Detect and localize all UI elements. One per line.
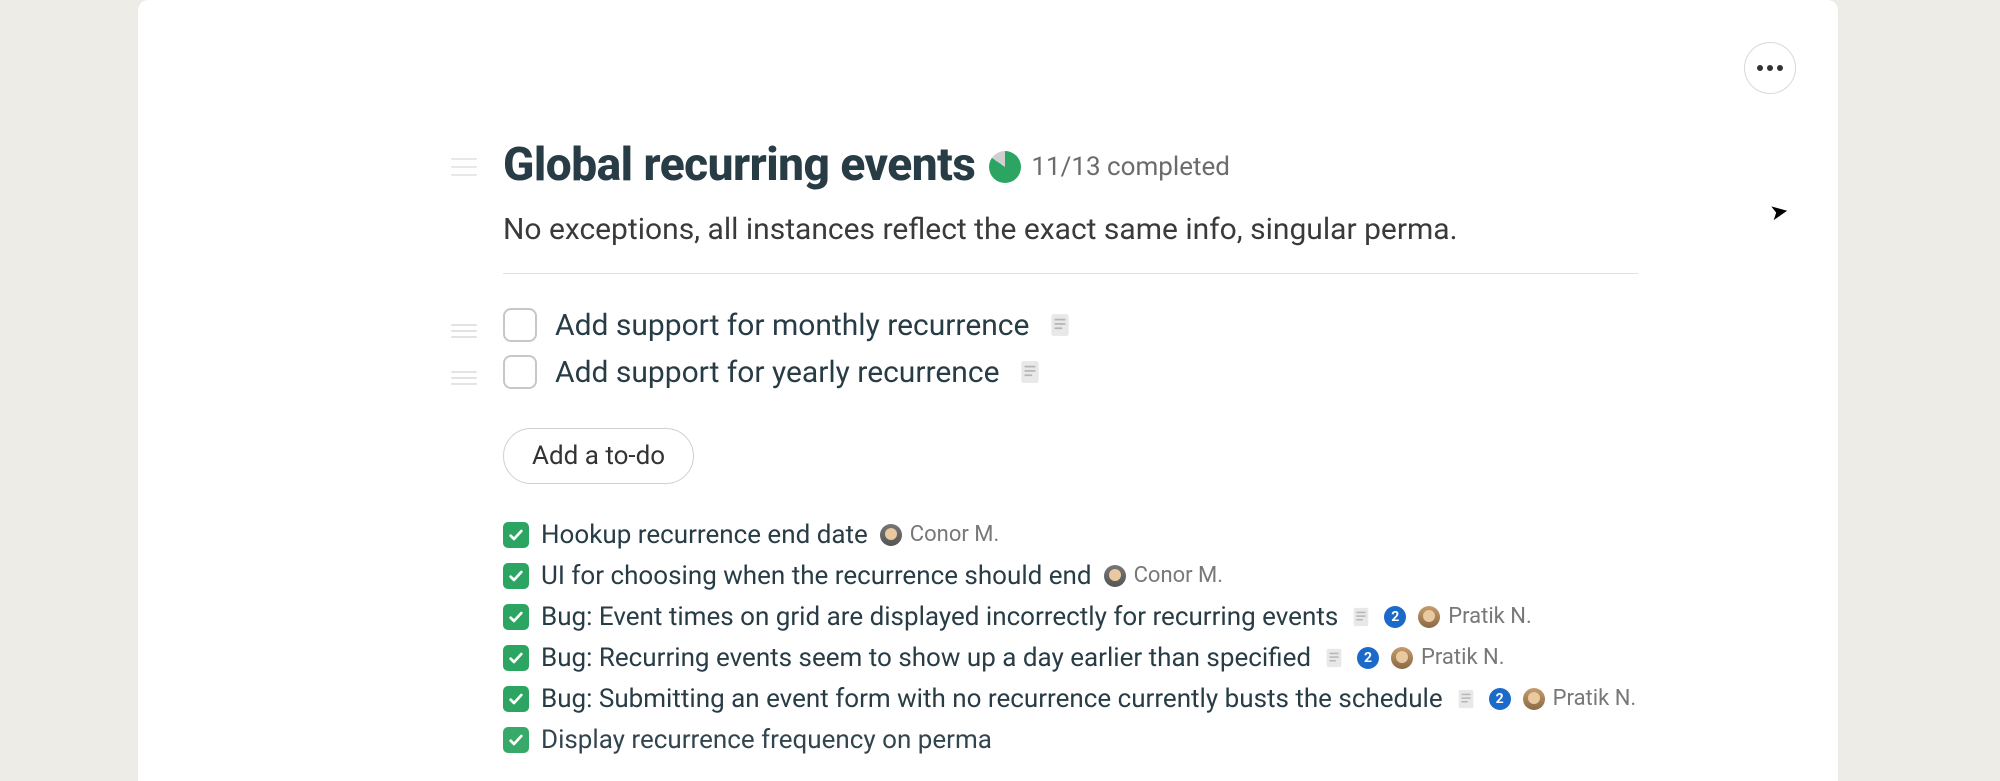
assignee[interactable]: Conor M. — [880, 522, 999, 547]
todo-item[interactable]: Add support for yearly recurrence — [503, 355, 1638, 390]
todo-checkbox-checked[interactable] — [503, 563, 529, 589]
todo-checkbox-checked[interactable] — [503, 686, 529, 712]
todo-text[interactable]: Add support for monthly recurrence — [555, 308, 1029, 343]
notes-icon — [1323, 647, 1345, 669]
completed-todo-item[interactable]: Bug: Recurring events seem to show up a … — [503, 643, 1638, 673]
notes-icon — [1047, 312, 1073, 338]
comment-count-badge[interactable]: 2 — [1489, 688, 1511, 710]
todo-text[interactable]: Bug: Submitting an event form with no re… — [541, 684, 1443, 714]
completed-todo-item[interactable]: Display recurrence frequency on perma — [503, 725, 1638, 755]
avatar — [1523, 688, 1545, 710]
avatar — [1391, 647, 1413, 669]
assignee[interactable]: Pratik N. — [1523, 686, 1637, 711]
avatar — [880, 524, 902, 546]
completed-todo-item[interactable]: UI for choosing when the recurrence shou… — [503, 561, 1638, 591]
todo-checkbox-checked[interactable] — [503, 727, 529, 753]
todo-checkbox[interactable] — [503, 308, 537, 342]
more-menu-button[interactable] — [1744, 42, 1796, 94]
comment-count-badge[interactable]: 2 — [1357, 647, 1379, 669]
avatar — [1104, 565, 1126, 587]
comment-count-badge[interactable]: 2 — [1384, 606, 1406, 628]
todo-text[interactable]: Display recurrence frequency on perma — [541, 725, 992, 755]
notes-icon — [1017, 359, 1043, 385]
list-title[interactable]: Global recurring events — [503, 140, 975, 191]
drag-handle-icon[interactable] — [451, 371, 477, 385]
divider — [503, 273, 1638, 274]
list-description[interactable]: No exceptions, all instances reflect the… — [503, 209, 1638, 251]
completed-todos-section: Hookup recurrence end date Conor M. UI f… — [503, 520, 1638, 755]
progress-pie-icon — [989, 151, 1021, 183]
assignee-name: Conor M. — [1134, 563, 1223, 588]
todo-item[interactable]: Add support for monthly recurrence — [503, 308, 1638, 343]
add-todo-button[interactable]: Add a to-do — [503, 428, 694, 484]
incomplete-todos-section: Add support for monthly recurrence Add s… — [503, 308, 1638, 390]
notes-icon — [1350, 606, 1372, 628]
document-card: ➤ Global recurring events 11/13 complete… — [138, 0, 1838, 781]
todo-text[interactable]: Add support for yearly recurrence — [555, 355, 999, 390]
completed-todo-item[interactable]: Hookup recurrence end date Conor M. — [503, 520, 1638, 550]
assignee-name: Pratik N. — [1421, 645, 1505, 670]
todo-text[interactable]: Bug: Recurring events seem to show up a … — [541, 643, 1311, 673]
mouse-cursor-icon: ➤ — [1768, 199, 1790, 227]
assignee[interactable]: Conor M. — [1104, 563, 1223, 588]
notes-icon — [1455, 688, 1477, 710]
assignee-name: Pratik N. — [1553, 686, 1637, 711]
todo-text[interactable]: UI for choosing when the recurrence shou… — [541, 561, 1092, 591]
todo-checkbox-checked[interactable] — [503, 522, 529, 548]
assignee[interactable]: Pratik N. — [1391, 645, 1505, 670]
todo-checkbox-checked[interactable] — [503, 645, 529, 671]
todo-text[interactable]: Bug: Event times on grid are displayed i… — [541, 602, 1338, 632]
completed-count: 11/13 completed — [1031, 152, 1230, 182]
drag-handle-icon[interactable] — [451, 324, 477, 338]
assignee-name: Pratik N. — [1448, 604, 1532, 629]
completed-todo-item[interactable]: Bug: Event times on grid are displayed i… — [503, 602, 1638, 632]
todo-checkbox[interactable] — [503, 355, 537, 389]
todo-text[interactable]: Hookup recurrence end date — [541, 520, 868, 550]
completed-todo-item[interactable]: Bug: Submitting an event form with no re… — [503, 684, 1638, 714]
avatar — [1418, 606, 1440, 628]
assignee[interactable]: Pratik N. — [1418, 604, 1532, 629]
drag-handle-icon[interactable] — [451, 158, 477, 176]
todo-checkbox-checked[interactable] — [503, 604, 529, 630]
assignee-name: Conor M. — [910, 522, 999, 547]
